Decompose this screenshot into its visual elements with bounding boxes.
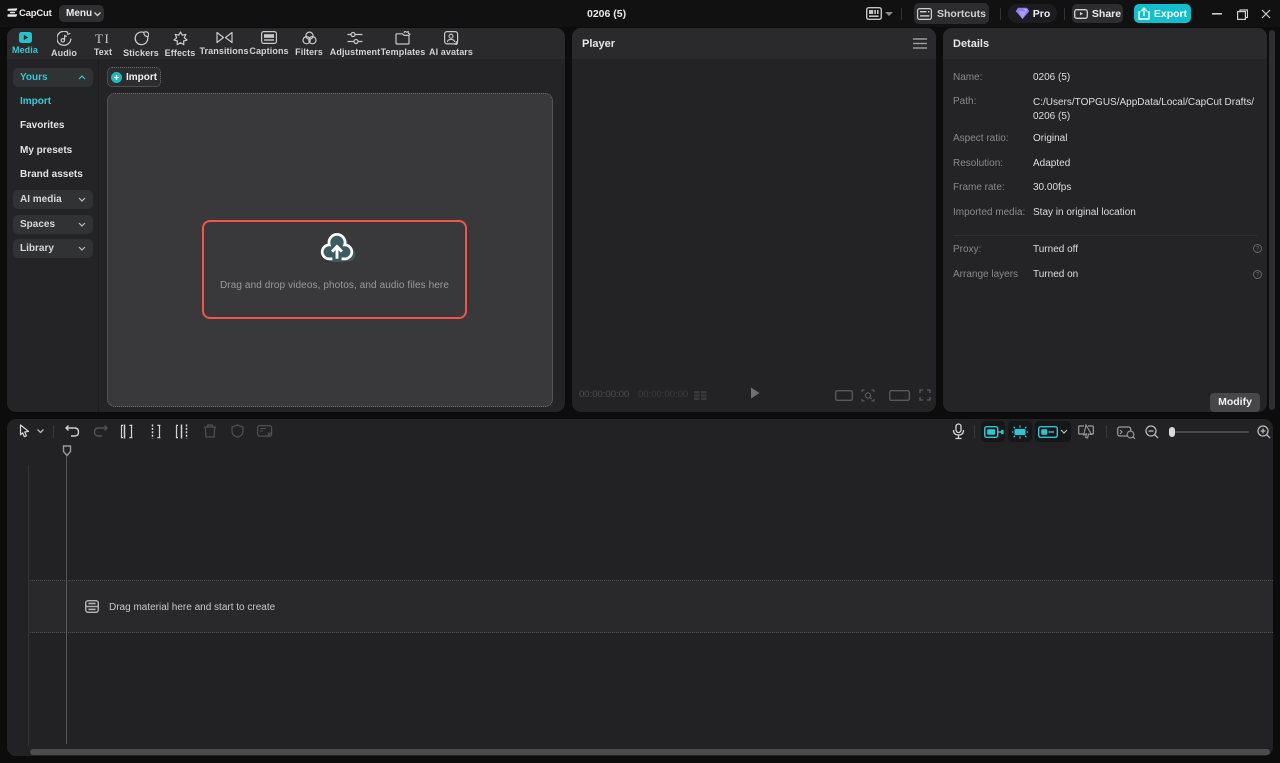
svg-text:T: T: [95, 31, 103, 45]
